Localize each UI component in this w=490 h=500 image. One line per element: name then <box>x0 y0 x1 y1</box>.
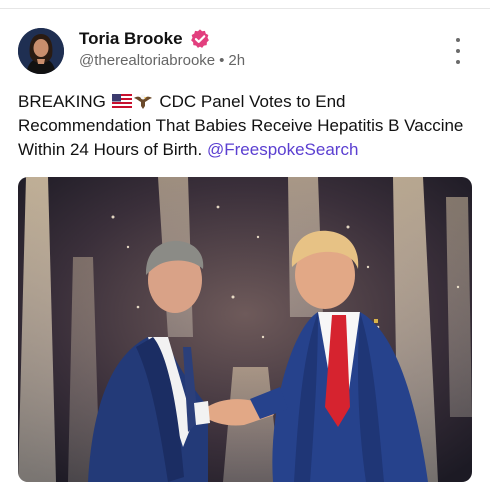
mention-link[interactable]: @FreespokeSearch <box>207 140 358 159</box>
eagle-icon <box>133 94 152 109</box>
post-image[interactable] <box>18 177 472 482</box>
us-flag-icon <box>111 94 132 108</box>
post-timestamp[interactable]: 2h <box>228 52 245 69</box>
avatar[interactable] <box>18 28 64 74</box>
avatar-photo <box>18 28 64 74</box>
more-dot-icon <box>456 49 460 53</box>
more-options-button[interactable] <box>449 38 467 64</box>
divider <box>0 8 490 9</box>
author-name[interactable]: Toria Brooke <box>79 29 183 49</box>
author-row: Toria Brooke <box>79 28 211 50</box>
post-text: BREAKING CDC Panel Votes to End Recommen… <box>18 90 478 162</box>
more-dot-icon <box>456 38 460 42</box>
author-meta: @therealtoriabrooke • 2h <box>79 52 245 69</box>
breaking-label: BREAKING <box>18 92 106 111</box>
verified-badge-icon <box>190 29 209 48</box>
meta-separator: • <box>219 52 225 69</box>
photo-two-men-shaking-hands-fireworks <box>18 177 472 482</box>
more-dot-icon <box>456 60 460 64</box>
author-handle[interactable]: @therealtoriabrooke <box>79 52 215 69</box>
